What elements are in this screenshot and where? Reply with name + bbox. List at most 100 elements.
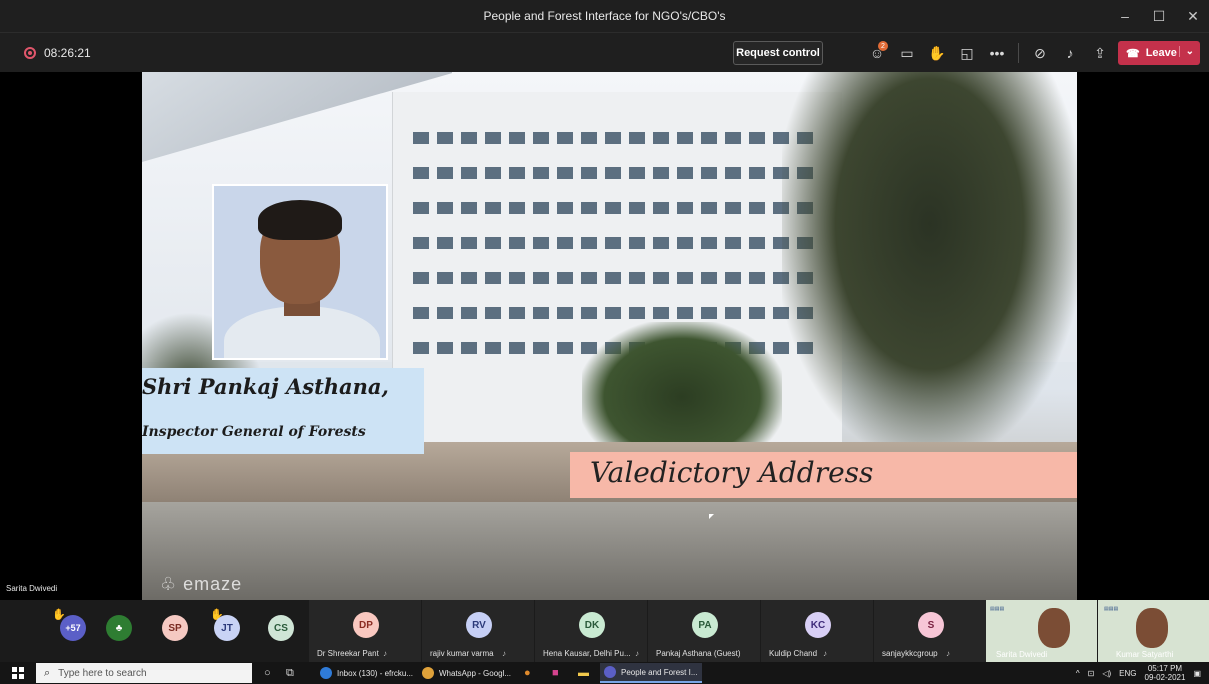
leave-label: Leave bbox=[1145, 47, 1177, 59]
participant-video-tile[interactable]: ▤▤▤ Kumar Satyarthi bbox=[1098, 600, 1209, 662]
participant-tile[interactable]: S sanjaykkcgroup ♪ bbox=[873, 600, 986, 662]
meeting-toolbar: 08:26:21 Request control ☺ 2 ▭ ✋ ◱ ••• ⊘ … bbox=[0, 32, 1209, 72]
system-tray: ^ ⊡ ◁) ENG 05:17 PM 09-02-2021 ▣ bbox=[1076, 662, 1201, 684]
participant-avatar-jt[interactable]: ✋ JT bbox=[210, 600, 244, 662]
participant-name: Dr Shreekar Pant bbox=[317, 649, 379, 658]
taskbar-app-outlook[interactable]: Inbox (130) - efrcku... bbox=[316, 663, 417, 683]
mic-icon: ♪ bbox=[502, 649, 506, 658]
title-bar: People and Forest Interface for NGO's/CB… bbox=[0, 0, 1209, 32]
photos-icon[interactable]: ■ bbox=[552, 664, 559, 682]
teams-icon bbox=[604, 666, 616, 678]
mic-icon: ♪ bbox=[635, 649, 639, 658]
speaker-name-box: Shri Pankaj Asthana, Inspector General o… bbox=[142, 368, 424, 454]
mic-icon: ♪ bbox=[823, 649, 827, 658]
participant-name: Hena Kausar, Delhi Pu... bbox=[543, 649, 631, 658]
share-screen-icon[interactable]: ⇪ bbox=[1085, 41, 1115, 65]
firefox-icon[interactable]: ● bbox=[524, 664, 531, 682]
search-icon: ⌕ bbox=[44, 666, 51, 679]
participant-logo-avatar[interactable]: ♣ bbox=[104, 600, 138, 662]
chevron-down-icon[interactable]: ⌄ bbox=[1178, 46, 1194, 57]
mic-off-icon[interactable]: ♪ bbox=[1055, 41, 1085, 65]
request-control-button[interactable]: Request control bbox=[733, 41, 823, 65]
emaze-watermark: ♧ emaze bbox=[160, 574, 243, 594]
close-button[interactable]: ✕ bbox=[1185, 8, 1201, 25]
taskbar-app-teams[interactable]: People and Forest I... bbox=[600, 663, 702, 683]
overflow-participants[interactable]: ✋ +57 bbox=[52, 600, 92, 662]
participant-video-face bbox=[1136, 608, 1168, 648]
minimize-button[interactable]: – bbox=[1117, 8, 1133, 24]
windows-taskbar: ⌕ Type here to search ○ ⧉ Inbox (130) - … bbox=[0, 662, 1209, 684]
avatar: DK bbox=[579, 612, 605, 638]
participants-badge: 2 bbox=[878, 41, 888, 51]
speaker-designation: Inspector General of Forests bbox=[142, 424, 366, 440]
shared-content-stage: Shri Pankaj Asthana, Inspector General o… bbox=[0, 72, 1209, 600]
participant-tile[interactable]: KC Kuldip Chand ♪ bbox=[760, 600, 873, 662]
participant-tile[interactable]: PA Pankaj Asthana (Guest) bbox=[647, 600, 760, 662]
cortana-icon[interactable]: ○ bbox=[264, 664, 271, 682]
participants-icon[interactable]: ☺ 2 bbox=[862, 41, 892, 65]
teams-meeting-window: People and Forest Interface for NGO's/CB… bbox=[0, 0, 1209, 684]
taskbar-app-label: Inbox (130) - efrcku... bbox=[337, 668, 414, 678]
browser-icon bbox=[320, 667, 332, 679]
toolbar-divider bbox=[1018, 43, 1019, 63]
mic-icon: ♪ bbox=[383, 649, 387, 658]
participant-name: Pankaj Asthana (Guest) bbox=[656, 649, 741, 658]
slide-title: Valedictory Address bbox=[590, 456, 874, 489]
phone-hangup-icon: ☎ bbox=[1126, 47, 1140, 60]
meeting-timer: 08:26:21 bbox=[44, 46, 91, 60]
clock-time: 05:17 PM bbox=[1147, 664, 1183, 673]
participant-tile[interactable]: RV rajiv kumar varma ♪ bbox=[421, 600, 534, 662]
participant-video-tile[interactable]: ▤▤▤ Sarita Dwivedi bbox=[986, 600, 1097, 662]
file-explorer-icon[interactable]: ▬ bbox=[578, 664, 589, 682]
slide-trees-right bbox=[782, 72, 1077, 452]
toolbar-actions: ☺ 2 ▭ ✋ ◱ ••• ⊘ ♪ ⇪ bbox=[862, 41, 1115, 65]
overflow-count-avatar: +57 bbox=[60, 615, 86, 641]
taskbar-app-label: People and Forest I... bbox=[621, 667, 698, 677]
watermark-text: emaze bbox=[183, 574, 243, 594]
window-title: People and Forest Interface for NGO's/CB… bbox=[483, 9, 726, 23]
language-indicator[interactable]: ENG bbox=[1119, 669, 1136, 678]
camera-off-icon[interactable]: ⊘ bbox=[1025, 41, 1055, 65]
participant-tile[interactable]: DK Hena Kausar, Delhi Pu... ♪ bbox=[534, 600, 647, 662]
tray-chevron-up-icon[interactable]: ^ bbox=[1076, 669, 1080, 678]
participant-avatar-sp[interactable]: SP bbox=[162, 600, 192, 662]
avatar: JT bbox=[214, 615, 240, 641]
network-icon[interactable]: ⊡ bbox=[1088, 669, 1095, 678]
participant-tile[interactable]: DP Dr Shreekar Pant ♪ bbox=[308, 600, 421, 662]
participant-avatar-cs[interactable]: CS bbox=[268, 600, 298, 662]
speaker-photo bbox=[212, 184, 388, 360]
participant-name: sanjaykkcgroup bbox=[882, 649, 938, 658]
recording-icon bbox=[24, 47, 36, 59]
video-background-icon: ▤▤▤ bbox=[990, 606, 1005, 612]
chat-icon[interactable]: ▭ bbox=[892, 41, 922, 65]
mic-icon: ♪ bbox=[946, 649, 950, 658]
windows-start-icon[interactable] bbox=[12, 667, 24, 679]
maximize-button[interactable]: ☐ bbox=[1151, 8, 1167, 25]
avatar: SP bbox=[162, 615, 188, 641]
taskbar-app-label: WhatsApp - Googl... bbox=[439, 668, 512, 678]
raise-hand-icon[interactable]: ✋ bbox=[922, 41, 952, 65]
slide-title-box: Valedictory Address bbox=[570, 452, 1077, 498]
participant-name: Kumar Satyarthi bbox=[1116, 650, 1174, 659]
presenter-label: Sarita Dwivedi bbox=[6, 584, 58, 593]
presentation-slide: Shri Pankaj Asthana, Inspector General o… bbox=[142, 72, 1077, 600]
taskbar-clock[interactable]: 05:17 PM 09-02-2021 bbox=[1145, 664, 1186, 682]
participant-name: Kuldip Chand bbox=[769, 649, 818, 658]
mouse-cursor-icon bbox=[709, 514, 714, 519]
avatar: RV bbox=[466, 612, 492, 638]
speaker-name: Shri Pankaj Asthana, bbox=[142, 374, 389, 399]
avatar: DP bbox=[353, 612, 379, 638]
participant-name: Sarita Dwivedi bbox=[996, 650, 1048, 659]
slide-road bbox=[142, 502, 1077, 600]
leave-button[interactable]: ☎ Leave ⌄ bbox=[1118, 41, 1200, 65]
taskbar-search-box[interactable]: ⌕ Type here to search bbox=[36, 663, 252, 683]
more-actions-icon[interactable]: ••• bbox=[982, 41, 1012, 65]
avatar: KC bbox=[805, 612, 831, 638]
breakout-rooms-icon[interactable]: ◱ bbox=[952, 41, 982, 65]
notifications-icon[interactable]: ▣ bbox=[1193, 669, 1201, 678]
volume-icon[interactable]: ◁) bbox=[1102, 669, 1111, 678]
taskbar-app-whatsapp[interactable]: WhatsApp - Googl... bbox=[418, 663, 515, 683]
video-background-icon: ▤▤▤ bbox=[1104, 606, 1119, 612]
task-view-icon[interactable]: ⧉ bbox=[286, 664, 294, 682]
avatar: CS bbox=[268, 615, 294, 641]
